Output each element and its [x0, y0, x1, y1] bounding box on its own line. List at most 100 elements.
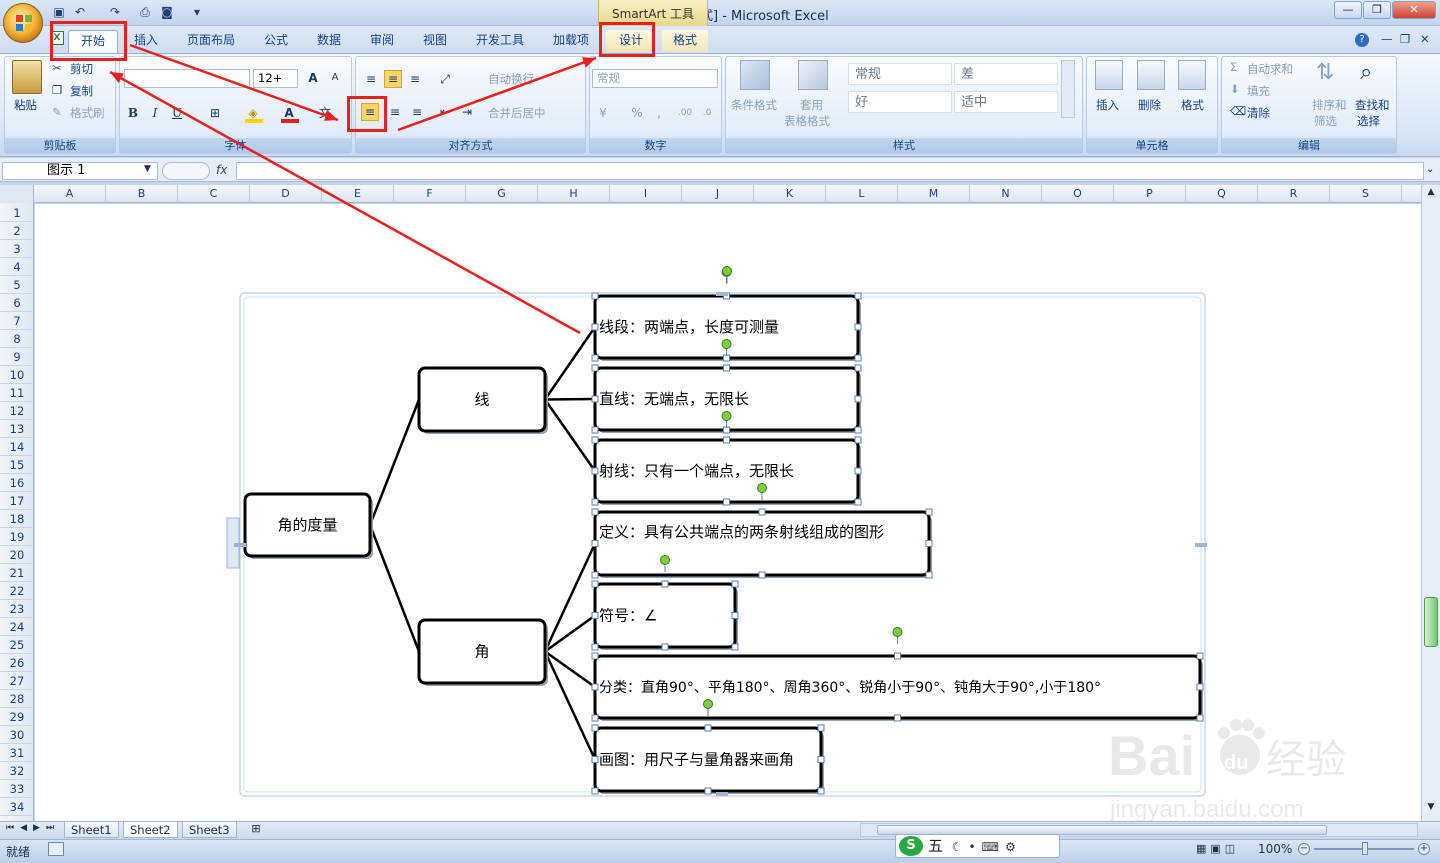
paste-icon[interactable] [12, 60, 42, 94]
format-painter-icon[interactable]: ✎ [52, 105, 62, 119]
column-header[interactable]: M [898, 185, 970, 203]
expand-formula-icon[interactable]: ⌄ [1426, 164, 1434, 175]
shrink-font-button[interactable]: A [326, 69, 344, 87]
tab-view[interactable]: 视图 [415, 30, 455, 52]
row-header[interactable]: 9 [0, 348, 34, 366]
table-format-button[interactable]: 套用 [800, 97, 823, 113]
ribbon-restore-icon[interactable]: ❐ [1400, 32, 1410, 46]
align-right-icon[interactable]: ≡ [408, 103, 426, 121]
column-header[interactable]: I [610, 185, 682, 203]
row-header[interactable]: 5 [0, 276, 34, 294]
autosum-button[interactable]: 自动求和 [1247, 61, 1293, 77]
row-header[interactable]: 2 [0, 222, 34, 240]
row-header[interactable]: 1 [0, 204, 34, 222]
percent-button[interactable]: % [628, 104, 646, 122]
insert-function-button[interactable]: fx [216, 163, 227, 177]
row-header[interactable]: 6 [0, 294, 34, 312]
cut-icon[interactable]: ✂ [52, 61, 62, 75]
row-header[interactable]: 7 [0, 312, 34, 330]
fill-button[interactable]: 填充 [1247, 83, 1270, 99]
row-header[interactable]: 29 [0, 708, 34, 726]
table-format-icon[interactable] [798, 60, 828, 90]
tab-insert[interactable]: 插入 [126, 30, 166, 52]
border-button[interactable]: ⊞ [206, 104, 224, 122]
bold-button[interactable]: B [124, 104, 142, 122]
decrease-indent-icon[interactable]: ⇤ [436, 103, 454, 121]
formula-divider-handle[interactable] [162, 162, 210, 180]
row-header[interactable]: 23 [0, 600, 34, 618]
sheet-nav-icons[interactable]: ⏮◀▶⏭ [6, 823, 60, 833]
fill-icon[interactable]: ⬇ [1230, 82, 1240, 96]
align-center-icon[interactable]: ≡ [386, 103, 404, 121]
row-header[interactable]: 18 [0, 510, 34, 528]
row-header[interactable]: 27 [0, 672, 34, 690]
row-header[interactable]: 10 [0, 366, 34, 384]
sheet-tab-2[interactable]: Sheet2 [123, 822, 178, 838]
orientation-icon[interactable]: ⤢ [436, 70, 454, 88]
style-good[interactable]: 好 [848, 91, 952, 113]
name-box-dropdown-icon[interactable]: ▼ [144, 164, 151, 174]
column-header[interactable]: Q [1186, 185, 1258, 203]
underline-button[interactable]: U [168, 104, 186, 122]
scroll-down-icon[interactable]: ▼ [1424, 802, 1438, 816]
row-header[interactable]: 31 [0, 744, 34, 762]
vertical-scroll-thumb[interactable] [1424, 597, 1438, 647]
row-header[interactable]: 21 [0, 564, 34, 582]
style-neutral[interactable]: 适中 [954, 91, 1058, 113]
row-header[interactable]: 4 [0, 258, 34, 276]
tab-formulas[interactable]: 公式 [256, 30, 296, 52]
column-header[interactable]: B [106, 185, 178, 203]
number-format-dropdown[interactable]: 常规 [592, 69, 718, 88]
ribbon-minimize-icon[interactable]: — [1381, 32, 1393, 46]
column-header[interactable]: D [250, 185, 322, 203]
font-name-dropdown[interactable] [124, 69, 250, 88]
sort-filter-button[interactable]: 排序和 [1312, 97, 1347, 113]
styles-scroll[interactable] [1061, 60, 1075, 118]
row-header[interactable]: 22 [0, 582, 34, 600]
column-header[interactable]: K [754, 185, 826, 203]
comma-icon[interactable]: , [650, 104, 668, 122]
sheet-tab-3[interactable]: Sheet3 [182, 822, 237, 838]
copy-button[interactable]: 复制 [70, 83, 93, 99]
minimize-button[interactable]: — [1334, 1, 1362, 19]
row-header[interactable]: 3 [0, 240, 34, 258]
phonetic-button[interactable]: 文 [316, 104, 334, 122]
ime-tool-icons[interactable]: ☾•⌨⚙ [952, 840, 1022, 854]
clear-button[interactable]: 清除 [1247, 105, 1270, 121]
column-header[interactable]: R [1258, 185, 1330, 203]
row-header[interactable]: 17 [0, 492, 34, 510]
paste-button[interactable]: 粘贴 [14, 97, 37, 113]
tab-format[interactable]: 格式 [662, 30, 708, 52]
zoom-level[interactable]: 100% [1258, 842, 1292, 856]
zoom-in-button[interactable]: + [1418, 843, 1430, 855]
row-header[interactable]: 24 [0, 618, 34, 636]
tab-developer[interactable]: 开发工具 [468, 30, 532, 52]
increase-indent-icon[interactable]: ⇥ [458, 103, 476, 121]
wrap-text-button[interactable]: 自动换行 [488, 71, 534, 87]
tab-addins[interactable]: 加载项 [545, 30, 597, 52]
format-painter-button[interactable]: 格式刷 [70, 105, 105, 121]
maximize-button[interactable]: ❐ [1363, 1, 1391, 19]
align-middle-icon[interactable]: ≡ [384, 70, 402, 88]
decrease-decimal-icon[interactable]: .0 [698, 104, 716, 122]
view-buttons[interactable]: ▦▣◫ [1196, 842, 1250, 858]
row-header[interactable]: 11 [0, 384, 34, 402]
format-cells-button[interactable]: 格式 [1181, 97, 1204, 113]
conditional-format-icon[interactable] [740, 60, 770, 90]
office-button[interactable] [3, 3, 43, 43]
column-header[interactable]: F [394, 185, 466, 203]
autosum-icon[interactable]: Σ [1230, 60, 1237, 74]
zoom-out-button[interactable]: − [1298, 843, 1310, 855]
macro-record-icon[interactable] [48, 842, 64, 856]
row-header[interactable]: 12 [0, 402, 34, 420]
align-top-icon[interactable]: ≡ [362, 70, 380, 88]
column-header[interactable]: G [466, 185, 538, 203]
tab-review[interactable]: 审阅 [362, 30, 402, 52]
grow-font-button[interactable]: A [304, 69, 322, 87]
conditional-format-button[interactable]: 条件格式 [731, 97, 777, 113]
formula-input[interactable] [236, 162, 1424, 180]
tab-page-layout[interactable]: 页面布局 [180, 30, 242, 52]
sort-filter-icon[interactable]: ⇅ [1316, 60, 1334, 85]
scroll-up-icon[interactable]: ▲ [1424, 187, 1438, 201]
cut-button[interactable]: 剪切 [70, 61, 93, 77]
